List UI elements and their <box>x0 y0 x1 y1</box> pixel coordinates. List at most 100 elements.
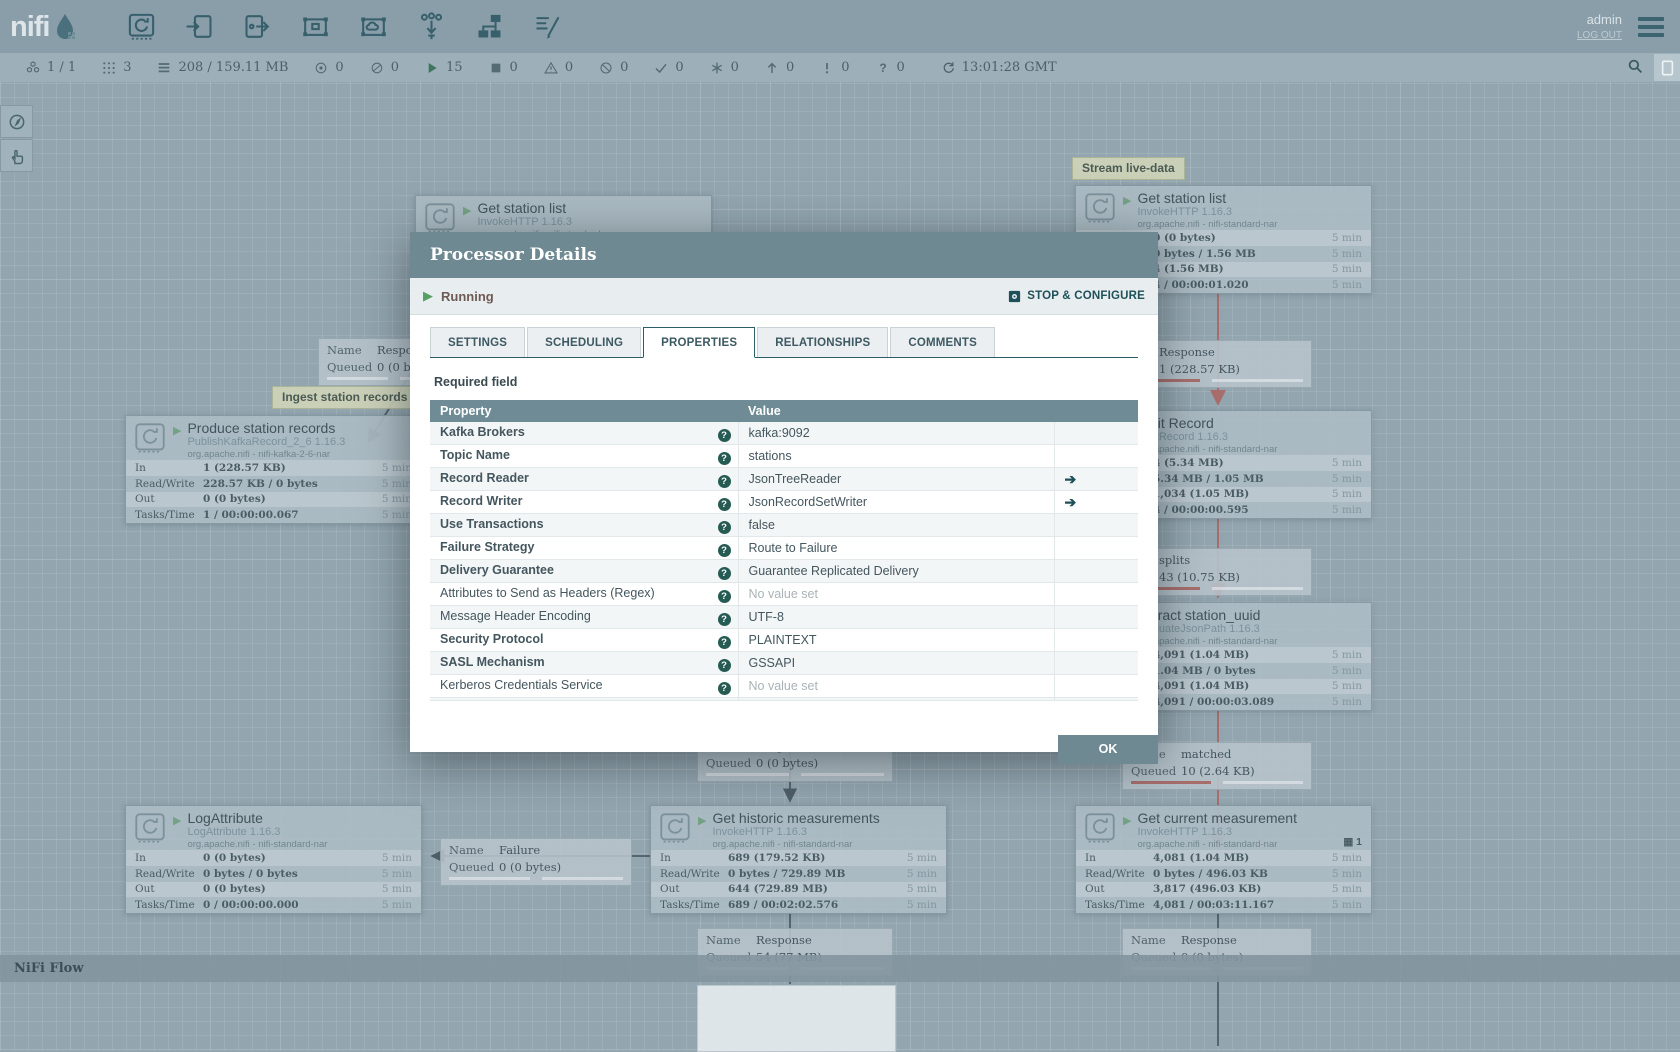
property-row: Kerberos User Service?No value set <box>430 697 1138 700</box>
connection-queued: 10 (2.64 KB) <box>1181 763 1255 778</box>
processor-name: Produce station records <box>187 420 336 436</box>
search-icon[interactable] <box>1616 57 1654 79</box>
refresh-icon[interactable] <box>941 60 956 75</box>
property-name: Security Protocol <box>440 631 544 646</box>
bulletin-panel-icon[interactable] <box>1654 54 1680 81</box>
connection-queued: 1 (228.57 KB) <box>1159 361 1240 376</box>
help-icon[interactable]: ? <box>717 474 731 488</box>
connection-name-label: Name <box>1131 933 1166 947</box>
stat-row: Read/Write 0 bytes / 0 bytes 5 min <box>135 867 412 880</box>
status-bar-right <box>1616 54 1680 81</box>
nifi-logo-text: nifi <box>10 10 50 43</box>
help-icon[interactable]: ? <box>717 497 731 511</box>
ok-button[interactable]: OK <box>1058 735 1158 764</box>
stat-row: Tasks/Time 1 / 00:00:00.067 5 min <box>135 509 412 522</box>
property-value[interactable]: GSSAPI <box>749 656 796 670</box>
property-value[interactable]: Route to Failure <box>749 541 838 555</box>
column-value: Value <box>738 400 1054 422</box>
property-value[interactable]: JsonTreeReader <box>749 472 842 486</box>
property-name: Record Writer <box>440 493 523 508</box>
stat-row: In0 (0 bytes)5 min <box>126 850 421 866</box>
processor-tool-icon[interactable] <box>126 11 157 42</box>
stat-row: Out 644 (729.89 MB) 5 min <box>651 881 946 898</box>
property-value[interactable]: stations <box>749 449 792 463</box>
logout-link[interactable]: LOG OUT <box>1577 29 1622 43</box>
run-status-icon: ▶ <box>698 815 707 827</box>
process-group-tool-icon[interactable] <box>300 11 331 42</box>
processor-stamp-icon <box>134 812 166 850</box>
property-value[interactable]: false <box>749 518 775 532</box>
help-icon[interactable]: ? <box>717 428 731 442</box>
processor-bundle: org.apache.nifi - nifi-standard-nar <box>1137 219 1278 231</box>
help-icon[interactable]: ? <box>717 612 731 626</box>
output-port-tool-icon[interactable] <box>242 11 273 42</box>
input-port-tool-icon[interactable] <box>184 11 215 42</box>
processor-type: PublishKafkaRecord_2_6 1.16.3 <box>187 435 346 448</box>
property-value[interactable]: UTF-8 <box>749 610 784 624</box>
goto-service-icon[interactable]: ➔ <box>1065 471 1077 487</box>
navigate-palette-button[interactable] <box>0 105 33 138</box>
queue-indicators <box>449 877 623 881</box>
property-name: Failure Strategy <box>440 539 535 554</box>
canvas-label-ingest[interactable]: Ingest station records <box>272 386 418 409</box>
template-tool-icon[interactable] <box>474 11 505 42</box>
help-icon[interactable]: ? <box>717 635 731 649</box>
help-icon[interactable]: ? <box>717 520 731 534</box>
nifi-drop-icon <box>56 13 75 39</box>
goto-service-icon[interactable]: ➔ <box>1065 494 1077 510</box>
connection-label[interactable]: Name Failure Queued 0 (0 bytes) <box>440 838 632 887</box>
help-icon[interactable]: ? <box>717 658 731 672</box>
operate-palette-button[interactable] <box>0 139 33 172</box>
processor-type: InvokeHTTP 1.16.3 <box>712 825 808 838</box>
processor-stats: In 689 (179.52 KB) 5 min Read/Write 0 bytes … <box>651 850 946 913</box>
property-value[interactable]: PLAINTEXT <box>749 633 817 647</box>
processor-name: Get station list <box>477 200 567 216</box>
property-name: Topic Name <box>440 447 510 462</box>
running-status-icon: ▶ <box>423 288 433 303</box>
property-row: Attributes to Send as Headers (Regex)? No… <box>430 582 1138 606</box>
help-icon[interactable]: ? <box>717 451 731 465</box>
help-icon[interactable]: ? <box>717 543 731 557</box>
property-value[interactable]: Guarantee Replicated Delivery <box>749 564 919 578</box>
status-bar: 1 / 1 3 208 / 159.11 MB 0 0 15 0 0 0 0 0 0 0 ? 0 13:01… <box>0 53 1680 82</box>
help-icon[interactable]: ? <box>717 681 731 695</box>
processor-stats: In 4,081 (1.04 MB) 5 min Read/Write 0 bytes … <box>1076 850 1371 913</box>
property-name: SASL Mechanism <box>440 654 545 669</box>
breadcrumb[interactable]: NiFi Flow <box>14 961 84 976</box>
connection-name: Response <box>1181 933 1237 947</box>
tab-scheduling[interactable]: SCHEDULING <box>527 327 642 357</box>
label-tool-icon[interactable] <box>532 11 563 42</box>
status-threads: 3 <box>101 60 131 76</box>
run-status-icon: ▶ <box>173 425 182 437</box>
help-icon[interactable]: ? <box>717 589 731 603</box>
global-menu-icon[interactable] <box>1638 16 1664 37</box>
property-row: Kafka Brokers? kafka:9092 <box>430 422 1138 445</box>
canvas-label-stream[interactable]: Stream live-data <box>1072 157 1185 180</box>
funnel-tool-icon[interactable] <box>416 11 447 42</box>
tab-properties[interactable]: PROPERTIES <box>643 327 756 358</box>
property-name: Attributes to Send as Headers (Regex) <box>440 585 655 600</box>
tab-settings[interactable]: SETTINGS <box>430 327 526 357</box>
processor-stamp-icon <box>1084 812 1116 850</box>
processor[interactable]: ▶ LogAttribute LogAttribute 1.16.3 org.a… <box>125 805 422 914</box>
help-icon[interactable]: ? <box>717 566 731 580</box>
tab-comments[interactable]: COMMENTS <box>890 327 996 357</box>
property-value[interactable]: JsonRecordSetWriter <box>749 495 868 509</box>
tab-relationships[interactable]: RELATIONSHIPS <box>757 327 889 357</box>
processor-bundle: org.apache.nifi - nifi-standard-nar <box>1137 839 1278 851</box>
property-row: Failure Strategy? Route to Failure <box>430 536 1138 560</box>
property-value[interactable]: No value set <box>749 587 818 601</box>
processor-bundle: org.apache.nifi - nifi-standard-nar <box>187 839 328 851</box>
processor[interactable]: ▶ Get historic measurements InvokeHTTP 1… <box>650 805 947 914</box>
property-name: Kerberos Credentials Service <box>440 677 603 692</box>
property-value[interactable]: kafka:9092 <box>749 426 810 440</box>
property-value[interactable]: No value set <box>749 679 818 693</box>
processor-type: EvaluateJsonPath 1.16.3 <box>1137 622 1260 635</box>
processor[interactable]: ▶ Get current measurement InvokeHTTP 1.1… <box>1075 805 1372 914</box>
property-row: Topic Name? stations <box>430 444 1138 468</box>
stop-and-configure-button[interactable]: STOP & CONFIGURE <box>1007 289 1145 304</box>
property-row: Kerberos Credentials Service? No value se… <box>430 674 1138 698</box>
status-sync-failure: 0 <box>819 60 850 76</box>
remote-process-group-tool-icon[interactable] <box>358 11 389 42</box>
processor[interactable]: ▶ Produce station records PublishKafkaRe… <box>125 415 422 524</box>
